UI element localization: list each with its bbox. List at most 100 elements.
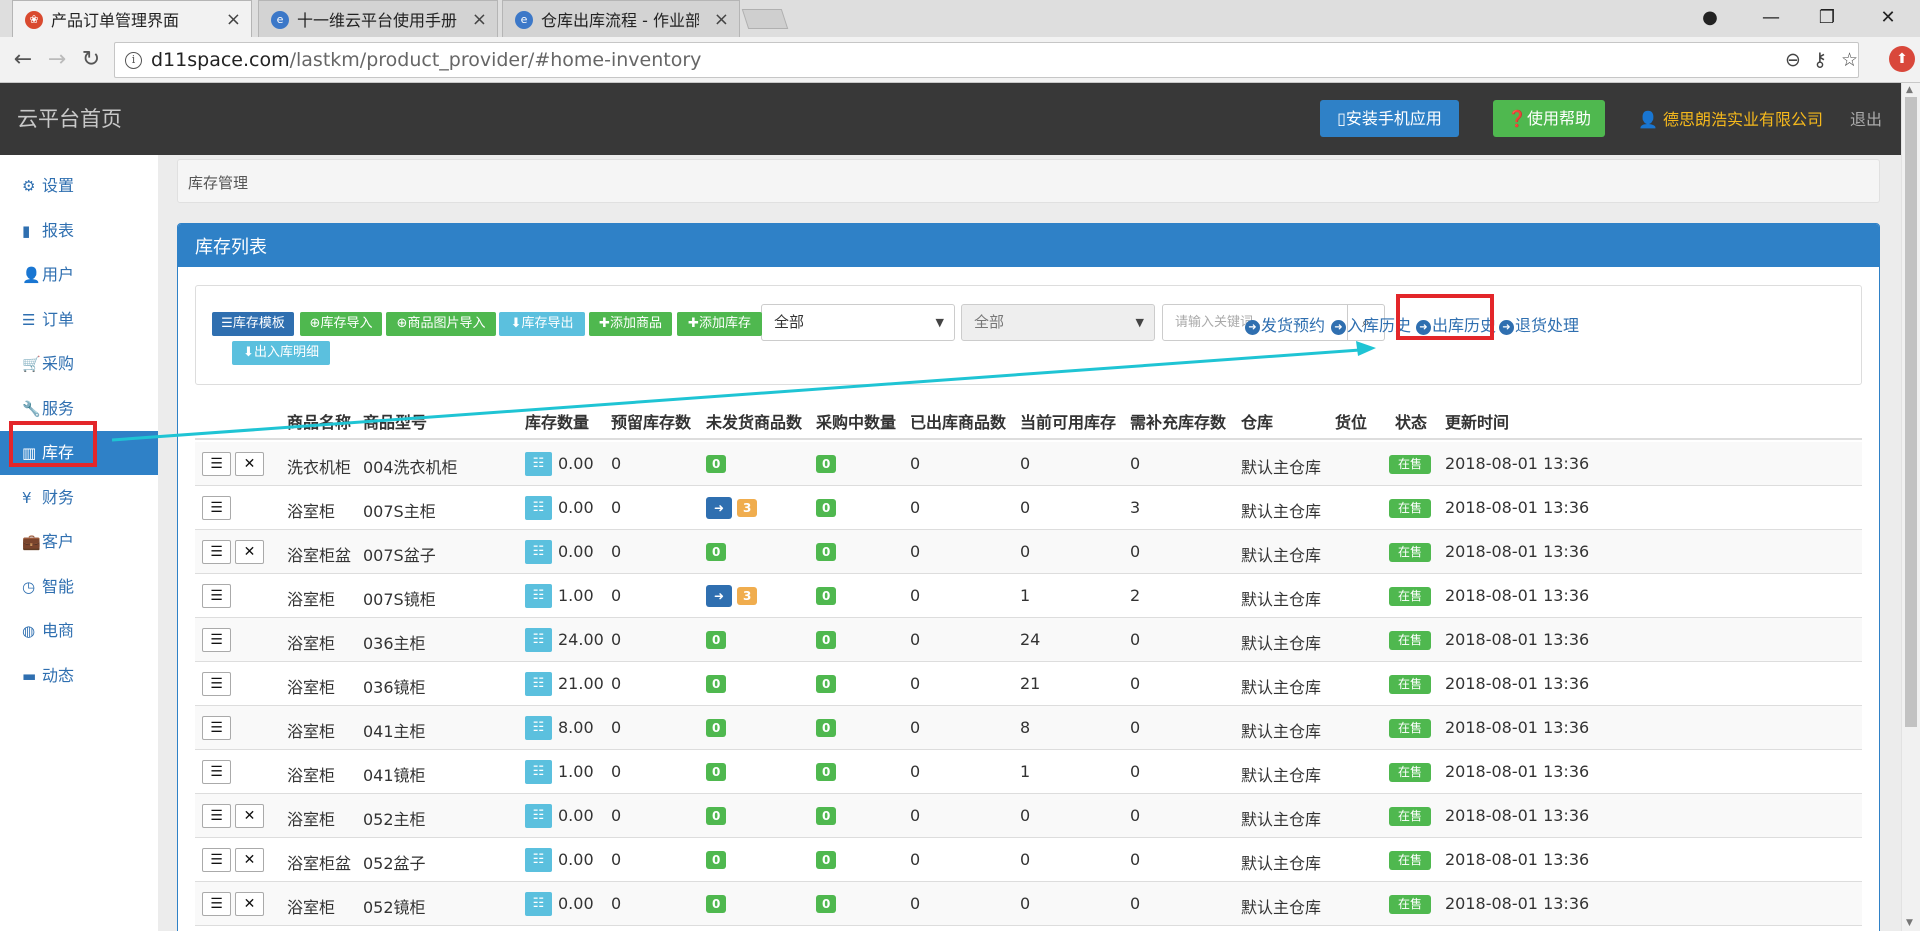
unshipped-detail-button[interactable]: ➜ (706, 585, 732, 607)
sidebar-item[interactable]: ¥ 财务 (0, 476, 158, 520)
stock-detail-button[interactable]: ☷ (525, 628, 552, 652)
column-header[interactable]: 需补充库存数 (1130, 409, 1226, 433)
address-bar[interactable]: i d11space.com/lastkm/product_provider/#… (114, 42, 1859, 78)
scroll-down-icon[interactable]: ▼ (1906, 918, 1913, 928)
tab-close-icon[interactable]: × (714, 9, 729, 30)
sidebar-item[interactable]: 👤用户 (0, 253, 158, 297)
browser-tab[interactable]: e 仓库出库流程 - 作业部落 × (502, 0, 740, 37)
stock-detail-button[interactable]: ☷ (525, 760, 552, 784)
row-menu-button[interactable]: ☰ (202, 760, 231, 784)
back-arrow-icon[interactable]: ← (8, 45, 38, 75)
sidebar-item[interactable]: 🛒采购 (0, 342, 158, 386)
key-icon[interactable]: ⚷ (1813, 49, 1827, 71)
stock-detail-button[interactable]: ☷ (525, 892, 552, 916)
sidebar-item[interactable]: ▬ 动态 (0, 654, 158, 698)
tab-close-icon[interactable]: × (226, 9, 241, 30)
row-menu-button[interactable]: ☰ (202, 892, 231, 916)
help-button[interactable]: ❓使用帮助 (1493, 100, 1605, 137)
column-header[interactable]: 货位 (1335, 409, 1367, 433)
row-menu-button[interactable]: ☰ (202, 584, 231, 608)
row-delete-button[interactable]: ✕ (235, 804, 264, 828)
stock-qty: 0.00 (558, 454, 594, 473)
reserved-qty: 0 (611, 630, 622, 649)
row-menu-button[interactable]: ☰ (202, 672, 231, 696)
toolbar-button[interactable]: ☰库存模板 (212, 312, 294, 336)
panel-link[interactable]: ➜ 发货预约 (1245, 312, 1325, 336)
reload-icon[interactable]: ↻ (76, 45, 106, 75)
row-menu-button[interactable]: ☰ (202, 628, 231, 652)
available-qty: 0 (1020, 498, 1031, 517)
panel-link[interactable]: ➜ 退货处理 (1499, 312, 1579, 336)
toolbar-button[interactable]: ✚添加商品 (589, 312, 672, 336)
page-scrollbar[interactable]: ▲ ▼ (1901, 83, 1920, 931)
toolbar-button[interactable]: ⬇库存导出 (499, 312, 585, 336)
brand-home-link[interactable]: 云平台首页 (17, 103, 122, 133)
column-header[interactable]: 商品型号 (363, 409, 427, 433)
status-badge: 在售 (1389, 675, 1431, 694)
row-menu-button[interactable]: ☰ (202, 848, 231, 872)
minimize-button[interactable]: — (1748, 4, 1794, 32)
column-header[interactable]: 预留库存数 (611, 409, 691, 433)
row-menu-button[interactable]: ☰ (202, 540, 231, 564)
column-header[interactable]: 当前可用库存 (1020, 409, 1116, 433)
column-header[interactable]: 库存数量 (525, 409, 589, 433)
zoom-icon[interactable]: ⊖ (1785, 49, 1801, 71)
stock-detail-button[interactable]: ☷ (525, 848, 552, 872)
updated-time: 2018-08-01 13:36 (1445, 586, 1590, 605)
sidebar-item[interactable]: 💼客户 (0, 520, 158, 564)
stock-detail-button[interactable]: ☷ (525, 716, 552, 740)
tab-close-icon[interactable]: × (472, 9, 487, 30)
info-icon[interactable]: i (125, 52, 142, 69)
product-model: 052盆子 (363, 854, 426, 873)
stock-detail-button[interactable]: ☷ (525, 452, 552, 476)
column-header[interactable]: 已出库商品数 (910, 409, 1006, 433)
toolbar-button[interactable]: ✚添加库存 (677, 312, 762, 336)
company-link[interactable]: 👤 德思朗浩实业有限公司 (1638, 106, 1823, 130)
profile-icon[interactable]: ● (1687, 4, 1733, 32)
extension-icon[interactable]: ⬆ (1889, 46, 1915, 72)
scroll-up-icon[interactable]: ▲ (1906, 85, 1913, 95)
row-delete-button[interactable]: ✕ (235, 452, 264, 476)
new-tab-button[interactable] (741, 9, 789, 29)
subcategory-select[interactable]: 全部 ▼ (961, 304, 1155, 341)
stock-detail-button[interactable]: ☷ (525, 804, 552, 828)
stock-detail-button[interactable]: ☷ (525, 496, 552, 520)
unshipped-detail-button[interactable]: ➜ (706, 497, 732, 519)
scroll-thumb[interactable] (1905, 97, 1917, 727)
sidebar-item[interactable]: ◍ 电商 (0, 609, 158, 653)
sidebar-item[interactable]: ⚙ 设置 (0, 164, 158, 208)
column-header[interactable]: 未发货商品数 (706, 409, 802, 433)
star-icon[interactable]: ☆ (1841, 49, 1858, 71)
toolbar-button[interactable]: ⊕商品图片导入 (386, 312, 496, 336)
sidebar-item[interactable]: ☰ 订单 (0, 298, 158, 342)
column-header[interactable]: 商品名称 (287, 409, 351, 433)
restore-button[interactable]: ❐ (1804, 4, 1850, 32)
column-header[interactable]: 采购中数量 (816, 409, 896, 433)
column-header[interactable]: 仓库 (1241, 409, 1273, 433)
column-header[interactable]: 状态 (1395, 409, 1427, 433)
row-delete-button[interactable]: ✕ (235, 892, 264, 916)
browser-tab-active[interactable]: ❀ 产品订单管理界面 × (12, 0, 252, 37)
browser-tab[interactable]: e 十一维云平台使用手册 - × (258, 0, 498, 37)
install-app-button[interactable]: ▯安装手机应用 (1320, 100, 1459, 137)
forward-arrow-icon[interactable]: → (42, 45, 72, 75)
close-window-button[interactable]: ✕ (1865, 4, 1911, 32)
button-label: 库存导入 (320, 316, 373, 331)
stock-detail-button[interactable]: ☷ (525, 540, 552, 564)
row-menu-button[interactable]: ☰ (202, 496, 231, 520)
row-delete-button[interactable]: ✕ (235, 848, 264, 872)
sidebar-item[interactable]: ◷ 智能 (0, 565, 158, 609)
column-header[interactable]: 更新时间 (1445, 409, 1509, 433)
row-delete-button[interactable]: ✕ (235, 540, 264, 564)
status-badge: 在售 (1389, 763, 1431, 782)
row-menu-button[interactable]: ☰ (202, 716, 231, 740)
row-menu-button[interactable]: ☰ (202, 804, 231, 828)
category-select[interactable]: 全部 ▼ (761, 304, 955, 341)
row-menu-button[interactable]: ☰ (202, 452, 231, 476)
sidebar-item[interactable]: ▮ 报表 (0, 209, 158, 253)
stock-detail-button[interactable]: ☷ (525, 672, 552, 696)
stock-detail-button[interactable]: ☷ (525, 584, 552, 608)
logout-link[interactable]: 退出 (1850, 106, 1882, 130)
toolbar-button[interactable]: ⬇出入库明细 (232, 341, 330, 365)
toolbar-button[interactable]: ⊕库存导入 (300, 312, 382, 336)
